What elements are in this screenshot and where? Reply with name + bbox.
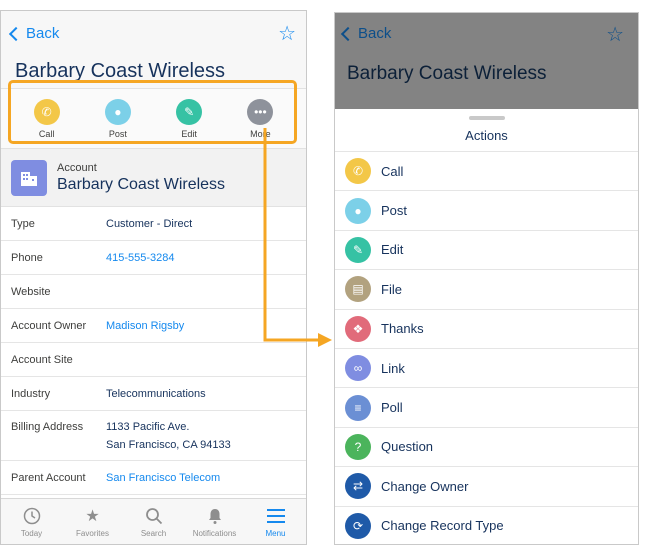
top-nav-bar: Back ☆ xyxy=(1,11,306,55)
field-row: Phone 415-555-3284 xyxy=(1,241,306,275)
menu-item-link[interactable]: ∞ Link xyxy=(335,349,638,389)
actions-menu-phone: Back ☆ Barbary Coast Wireless Actions ✆ … xyxy=(334,12,639,545)
tab-notifications[interactable]: Notifications xyxy=(185,506,245,538)
field-value: Telecommunications xyxy=(106,387,206,400)
field-row: Account Site xyxy=(1,343,306,377)
tab-label: Search xyxy=(140,528,167,538)
menu-item-label: Edit xyxy=(381,242,404,258)
menu-item-file[interactable]: ▤ File xyxy=(335,270,638,310)
field-label: Account Site xyxy=(11,353,73,366)
menu-item-change-record-type[interactable]: ⟳ Change Record Type xyxy=(335,507,638,544)
menu-item-label: Post xyxy=(381,203,408,219)
field-label: Parent Account xyxy=(11,471,86,484)
menu-item-edit[interactable]: ✎ Edit xyxy=(335,231,638,271)
menu-item-call[interactable]: ✆ Call xyxy=(335,152,638,192)
chevron-left-icon xyxy=(340,26,356,42)
back-button-dimmed: Back xyxy=(340,25,392,42)
field-label: Billing Address xyxy=(11,421,84,433)
star-icon: ★ xyxy=(85,507,100,525)
menu-item-label: Call xyxy=(381,163,404,179)
favorite-star-icon[interactable]: ☆ xyxy=(278,21,296,46)
tab-label: Menu xyxy=(265,528,286,538)
field-row: Account Owner Madison Rigsby xyxy=(1,309,306,343)
record-name: Barbary Coast Wireless xyxy=(57,175,226,193)
actions-sheet: Actions ✆ Call ● Post ✎ Edit ▤ File ❖ Th… xyxy=(335,109,638,544)
field-row: Parent Account San Francisco Telecom xyxy=(1,461,306,495)
field-label: Industry xyxy=(11,387,51,400)
search-icon xyxy=(143,506,165,526)
menu-item-poll[interactable]: ≡ Poll xyxy=(335,388,638,428)
screenshot-stage: Back ☆ Barbary Coast Wireless ✆ Call ● P… xyxy=(0,0,650,552)
clock-icon xyxy=(21,506,43,526)
menu-item-label: Link xyxy=(381,360,405,376)
bell-icon xyxy=(204,506,226,526)
chevron-left-icon xyxy=(8,26,24,41)
owner-icon: ⇄ xyxy=(345,473,371,500)
dimmed-page-title: Barbary Coast Wireless xyxy=(347,63,547,84)
poll-icon: ≡ xyxy=(345,394,371,421)
pencil-icon: ✎ xyxy=(345,236,371,263)
menu-item-question[interactable]: ? Question xyxy=(335,428,638,468)
favorite-star-icon: ☆ xyxy=(606,24,624,46)
field-row: Billing Address 1133 Pacific Ave. San Fr… xyxy=(1,411,306,461)
building-icon xyxy=(11,159,47,196)
action-bar-highlight xyxy=(8,80,297,144)
tab-favorites[interactable]: ★ Favorites xyxy=(63,506,123,538)
address-line-1: 1133 Pacific Ave. xyxy=(106,421,190,433)
bottom-tab-bar: Today ★ Favorites Search Notifications M… xyxy=(1,498,306,544)
tab-label: Favorites xyxy=(76,528,109,538)
tab-search[interactable]: Search xyxy=(124,506,184,538)
menu-item-change-owner[interactable]: ⇄ Change Owner xyxy=(335,467,638,507)
hamburger-icon xyxy=(265,506,287,526)
menu-item-label: Question xyxy=(381,439,434,455)
menu-item-label: Thanks xyxy=(381,321,424,337)
field-row: Industry Telecommunications xyxy=(1,377,306,411)
back-label: Back xyxy=(26,24,60,42)
chat-icon: ● xyxy=(345,197,371,224)
address-value: 1133 Pacific Ave. San Francisco, CA 9413… xyxy=(106,421,231,451)
tab-label: Notifications xyxy=(192,528,237,538)
tab-label: Today xyxy=(20,528,43,538)
field-label: Account Owner xyxy=(11,319,87,332)
field-value: Customer - Direct xyxy=(106,217,193,230)
tab-today[interactable]: Today xyxy=(2,506,62,538)
phone-icon: ✆ xyxy=(345,158,371,185)
menu-item-post[interactable]: ● Post xyxy=(335,191,638,231)
back-button[interactable]: Back xyxy=(8,24,60,42)
account-header: Account Barbary Coast Wireless xyxy=(1,149,306,207)
parent-account-link[interactable]: San Francisco Telecom xyxy=(106,472,220,484)
field-label: Type xyxy=(11,217,35,230)
back-label: Back xyxy=(358,25,392,42)
field-label: Website xyxy=(11,285,51,298)
file-icon: ▤ xyxy=(345,276,371,303)
address-line-2: San Francisco, CA 94133 xyxy=(106,439,231,451)
field-label: Phone xyxy=(11,251,43,264)
record-type-icon: ⟳ xyxy=(345,512,371,539)
record-type-label: Account xyxy=(57,161,97,174)
field-row: Type Customer - Direct xyxy=(1,207,306,241)
menu-item-thanks[interactable]: ❖ Thanks xyxy=(335,310,638,349)
link-icon: ∞ xyxy=(345,355,371,382)
menu-item-label: Change Record Type xyxy=(381,518,504,534)
dimmed-background: Back ☆ Barbary Coast Wireless xyxy=(335,13,638,109)
question-icon: ? xyxy=(345,433,371,460)
menu-item-label: File xyxy=(381,281,402,297)
phone-link[interactable]: 415-555-3284 xyxy=(106,252,175,264)
menu-item-label: Change Owner xyxy=(381,478,469,494)
sheet-title: Actions xyxy=(335,128,638,152)
field-row: Website xyxy=(1,275,306,309)
menu-item-label: Poll xyxy=(381,400,403,416)
tab-menu[interactable]: Menu xyxy=(246,506,306,538)
gift-icon: ❖ xyxy=(345,315,371,342)
owner-link[interactable]: Madison Rigsby xyxy=(106,320,184,332)
sheet-grab-handle[interactable] xyxy=(468,116,505,120)
